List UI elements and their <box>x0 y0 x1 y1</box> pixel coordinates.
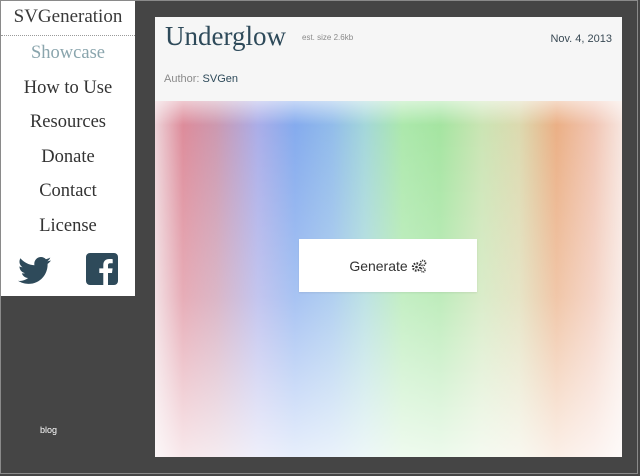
author-label: Author: <box>164 73 200 85</box>
facebook-icon[interactable] <box>86 253 118 285</box>
gears-icon <box>411 259 427 273</box>
generate-button[interactable]: Generate <box>299 239 477 292</box>
estimated-size: est. size 2.6kb <box>302 33 354 42</box>
generate-label: Generate <box>349 257 408 274</box>
pattern-date: Nov. 4, 2013 <box>550 33 612 45</box>
sidebar-item-donate[interactable]: Donate <box>1 140 135 175</box>
pattern-title: Underglow <box>165 21 286 51</box>
blog-link[interactable]: blog <box>40 425 57 435</box>
sidebar: SVGeneration Showcase How to Use Resourc… <box>1 1 135 296</box>
pattern-header: Underglow est. size 2.6kb Nov. 4, 2013 A… <box>155 17 622 101</box>
author-line: Author: SVGen <box>164 73 238 85</box>
site-brand[interactable]: SVGeneration <box>1 1 135 36</box>
social-links <box>1 253 135 289</box>
twitter-icon[interactable] <box>18 257 52 285</box>
pattern-preview: Generate <box>155 101 622 457</box>
sidebar-item-showcase[interactable]: Showcase <box>1 36 135 71</box>
sidebar-item-contact[interactable]: Contact <box>1 174 135 209</box>
author-name[interactable]: SVGen <box>203 73 238 85</box>
sidebar-item-license[interactable]: License <box>1 209 135 244</box>
sidebar-item-how-to-use[interactable]: How to Use <box>1 71 135 106</box>
sidebar-nav: Showcase How to Use Resources Donate Con… <box>1 36 135 244</box>
pattern-card: Underglow est. size 2.6kb Nov. 4, 2013 A… <box>155 17 622 457</box>
sidebar-item-resources[interactable]: Resources <box>1 105 135 140</box>
